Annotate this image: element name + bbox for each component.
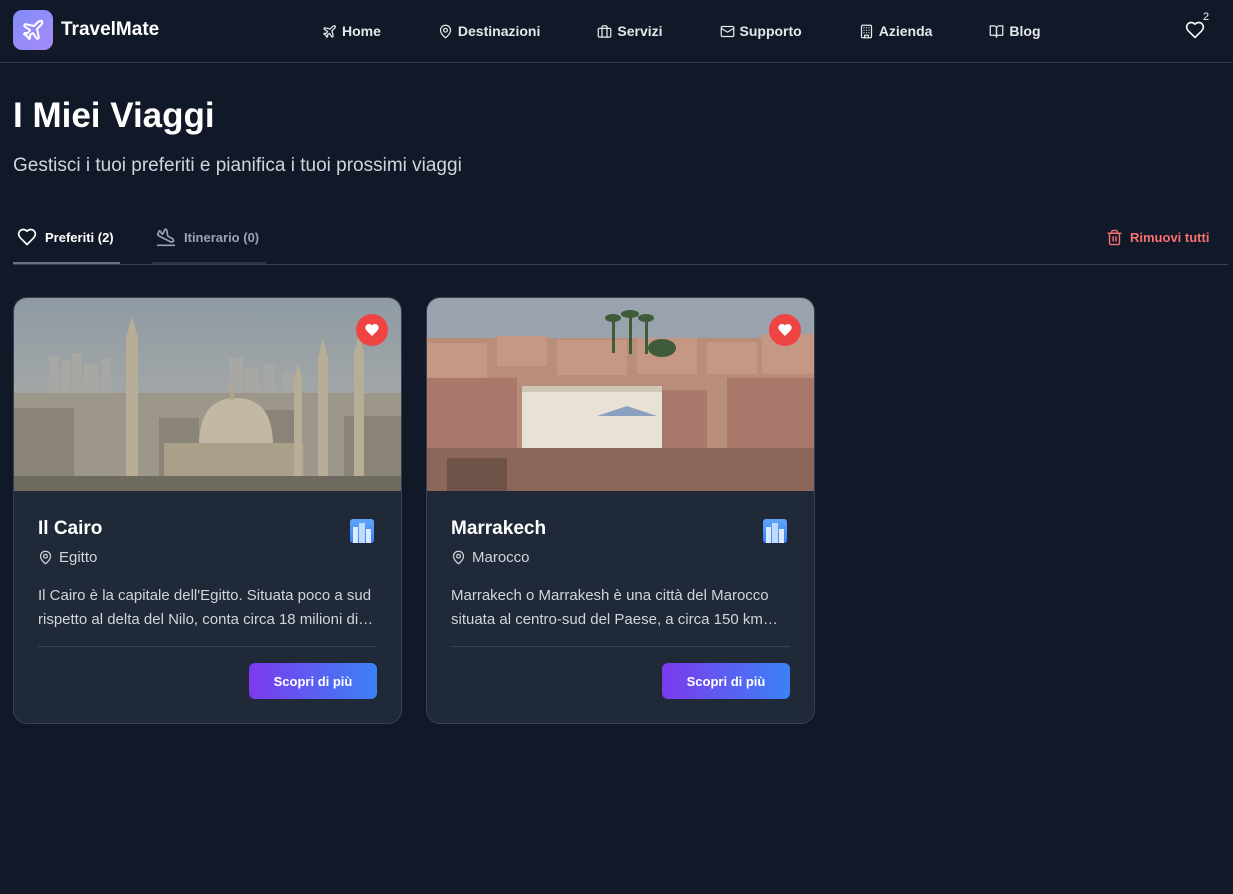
logo[interactable]: TravelMate [13,10,159,50]
nav-servizi[interactable]: Servizi [597,23,663,39]
destination-image-cairo [14,298,401,491]
nav-home-label: Home [342,23,381,39]
destination-image-marrakech [427,298,814,491]
nav-servizi-label: Servizi [617,23,663,39]
page-subtitle: Gestisci i tuoi preferiti e pianifica i … [13,155,462,176]
card-description: Il Cairo è la capitale dell'Egitto. Situ… [38,587,372,628]
tab-preferiti[interactable]: Preferiti (2) [13,226,120,264]
favorite-toggle-marrakech[interactable] [769,314,801,346]
favorite-toggle-cairo[interactable] [356,314,388,346]
card-title: Il Cairo [38,518,103,539]
destination-card-marrakech: Marrakech Marocco Marrakech o Marrakesh … [426,297,815,724]
mail-icon [720,25,734,37]
heart-filled-icon [778,324,792,336]
discover-more-button[interactable]: Scopri di più [662,663,790,699]
app-name: TravelMate [61,19,160,40]
page-title: I Miei Viaggi [13,96,215,135]
main-nav: Home Destinazioni Servizi Supporto Azien… [322,0,1041,62]
card-location-label: Egitto [59,549,98,566]
plane-landing-icon [156,228,176,247]
plane-icon [323,24,336,38]
heart-outline-icon [1185,21,1205,39]
card-location: Marocco [451,549,530,566]
tab-preferiti-label: Preferiti (2) [45,229,114,245]
map-pin-icon [439,24,452,38]
tab-itinerario-label: Itinerario (0) [184,229,260,245]
card-title: Marrakech [451,518,547,539]
map-pin-icon [39,550,52,565]
book-open-icon [990,24,1004,38]
favorites-button[interactable]: 2 [1185,11,1209,45]
top-navbar: TravelMate Home Destinazioni Servizi Sup… [0,0,1233,63]
tabs-divider [13,264,1228,265]
remove-all-button[interactable]: Rimuovi tutti [1106,229,1209,246]
card-location: Egitto [38,549,97,566]
cityscape-icon [763,519,787,543]
nav-supporto[interactable]: Supporto [720,23,802,39]
tab-itinerario[interactable]: Itinerario (0) [152,226,266,264]
trash-icon [1107,229,1122,246]
building-icon [860,24,872,38]
plane-logo-icon [13,10,53,50]
favorites-count-badge: 2 [1203,11,1210,23]
nav-supporto-label: Supporto [739,23,802,39]
nav-destinazioni[interactable]: Destinazioni [438,23,540,39]
destination-card-cairo: Il Cairo Egitto Il Cairo è la capitale d… [13,297,402,724]
nav-blog-label: Blog [1009,23,1041,39]
heart-filled-icon [365,324,379,336]
nav-azienda-label: Azienda [878,23,933,39]
card-description: Marrakech o Marrakesh è una città del Ma… [451,587,769,628]
card-divider [451,646,790,647]
nav-azienda[interactable]: Azienda [859,23,933,39]
briefcase-icon [598,24,612,38]
remove-all-label: Rimuovi tutti [1130,230,1210,245]
discover-more-button[interactable]: Scopri di più [249,663,377,699]
nav-destinazioni-label: Destinazioni [457,23,541,39]
card-divider [38,646,377,647]
nav-blog[interactable]: Blog [989,23,1041,39]
nav-home[interactable]: Home [322,23,381,39]
cityscape-icon [350,519,374,543]
card-location-label: Marocco [472,549,530,566]
heart-outline-icon [17,228,37,246]
map-pin-icon [452,550,465,565]
